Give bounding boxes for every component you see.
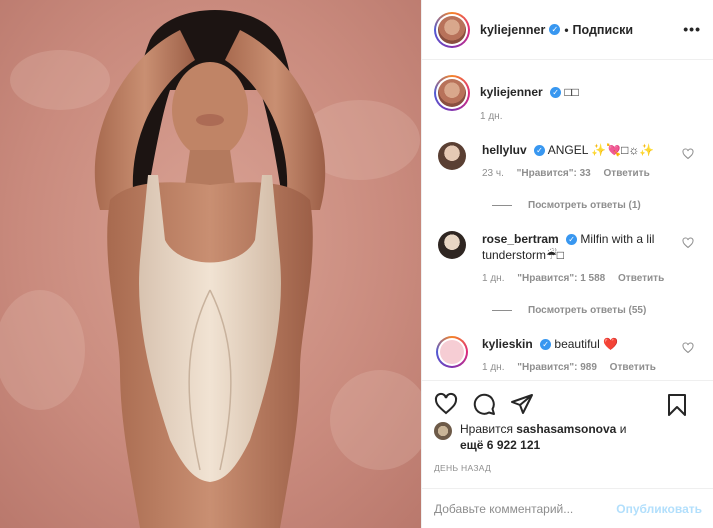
- liker-avatar[interactable]: [434, 422, 452, 440]
- author-avatar[interactable]: [434, 11, 470, 48]
- comment-username[interactable]: kylieskin: [482, 337, 533, 351]
- reply-button[interactable]: Ответить: [618, 273, 664, 284]
- comment-likes[interactable]: "Нравится": 989: [517, 362, 597, 373]
- liker-username[interactable]: sashasamsonova: [516, 422, 616, 436]
- post-image: [0, 0, 421, 528]
- comment-bubble-icon[interactable]: [472, 392, 496, 416]
- caption-username[interactable]: kyliejenner: [480, 85, 543, 99]
- post-actions: Нравится sashasamsonova и ещё 6 922 121 …: [422, 380, 713, 473]
- comment-item: rose_bertram ✓ Milfin with a lil tunders…: [434, 231, 700, 287]
- verified-badge-icon: ✓: [540, 339, 552, 351]
- comment-input[interactable]: [434, 501, 617, 516]
- author-username[interactable]: kyliejenner: [480, 23, 545, 37]
- caption-time[interactable]: 1 дн.: [480, 111, 579, 122]
- bookmark-icon[interactable]: [666, 393, 688, 417]
- caption-avatar[interactable]: [434, 75, 470, 111]
- comment-time[interactable]: 1 дн.: [482, 273, 504, 284]
- like-comment-heart-icon[interactable]: [682, 342, 694, 354]
- comment-text: beautiful ❤️: [554, 337, 619, 351]
- comment-likes[interactable]: "Нравится": 1 588: [517, 273, 605, 284]
- share-send-icon[interactable]: [510, 392, 534, 416]
- verified-badge-icon: ✓: [550, 87, 562, 99]
- verified-badge-icon: ✓: [566, 234, 578, 246]
- comment-time[interactable]: 23 ч.: [482, 168, 504, 179]
- caption: kyliejenner ✓ □□ 1 дн.: [434, 75, 700, 122]
- comment-username[interactable]: rose_bertram: [482, 232, 559, 246]
- following-button[interactable]: Подписки: [573, 23, 634, 37]
- add-comment-bar: Опубликовать: [422, 488, 713, 528]
- comment-avatar[interactable]: [438, 231, 466, 259]
- separator-dot: •: [564, 22, 569, 37]
- comment-likes[interactable]: "Нравится": 33: [517, 168, 591, 179]
- post-header: kyliejenner ✓ • Подписки •••: [422, 0, 713, 60]
- view-replies-button[interactable]: Посмотреть ответы (1): [492, 200, 700, 211]
- reply-button[interactable]: Ответить: [610, 362, 656, 373]
- likes-prefix: Нравится: [460, 422, 513, 436]
- verified-badge-icon: ✓: [534, 145, 546, 157]
- likes-conjunction: и: [619, 422, 627, 436]
- publish-button[interactable]: Опубликовать: [616, 502, 702, 516]
- comment-avatar[interactable]: [438, 142, 466, 170]
- like-comment-heart-icon[interactable]: [682, 148, 694, 160]
- post-photo[interactable]: [0, 0, 421, 528]
- caption-text: □□: [564, 85, 579, 99]
- likes-summary: Нравится sashasamsonova и ещё 6 922 121: [422, 421, 713, 453]
- comment-text: ANGEL ✨💘□☼️✨: [547, 143, 655, 157]
- comment-avatar[interactable]: [436, 336, 468, 368]
- reply-button[interactable]: Ответить: [604, 168, 650, 179]
- more-options-icon[interactable]: •••: [683, 21, 701, 37]
- verified-badge-icon: ✓: [549, 24, 561, 35]
- view-replies-button[interactable]: Посмотреть ответы (55): [492, 305, 700, 316]
- comment-username[interactable]: hellyluv: [482, 143, 527, 157]
- post-date[interactable]: ДЕНЬ НАЗАД: [422, 463, 713, 473]
- comment-time[interactable]: 1 дн.: [482, 362, 504, 373]
- post-sidebar: kyliejenner ✓ • Подписки ••• kyliejenner…: [421, 0, 713, 528]
- comment-item: kylieskin ✓ beautiful ❤️ 1 дн. "Нравится…: [434, 336, 700, 376]
- like-comment-heart-icon[interactable]: [682, 237, 694, 249]
- instagram-post: kyliejenner ✓ • Подписки ••• kyliejenner…: [0, 0, 713, 528]
- comments-list[interactable]: kyliejenner ✓ □□ 1 дн. hellyluv ✓ ANGEL …: [422, 60, 713, 380]
- like-heart-icon[interactable]: [434, 392, 458, 416]
- comment-item: hellyluv ✓ ANGEL ✨💘□☼️✨ 23 ч. "Нравится"…: [434, 142, 700, 182]
- likes-count[interactable]: ещё 6 922 121: [460, 438, 540, 452]
